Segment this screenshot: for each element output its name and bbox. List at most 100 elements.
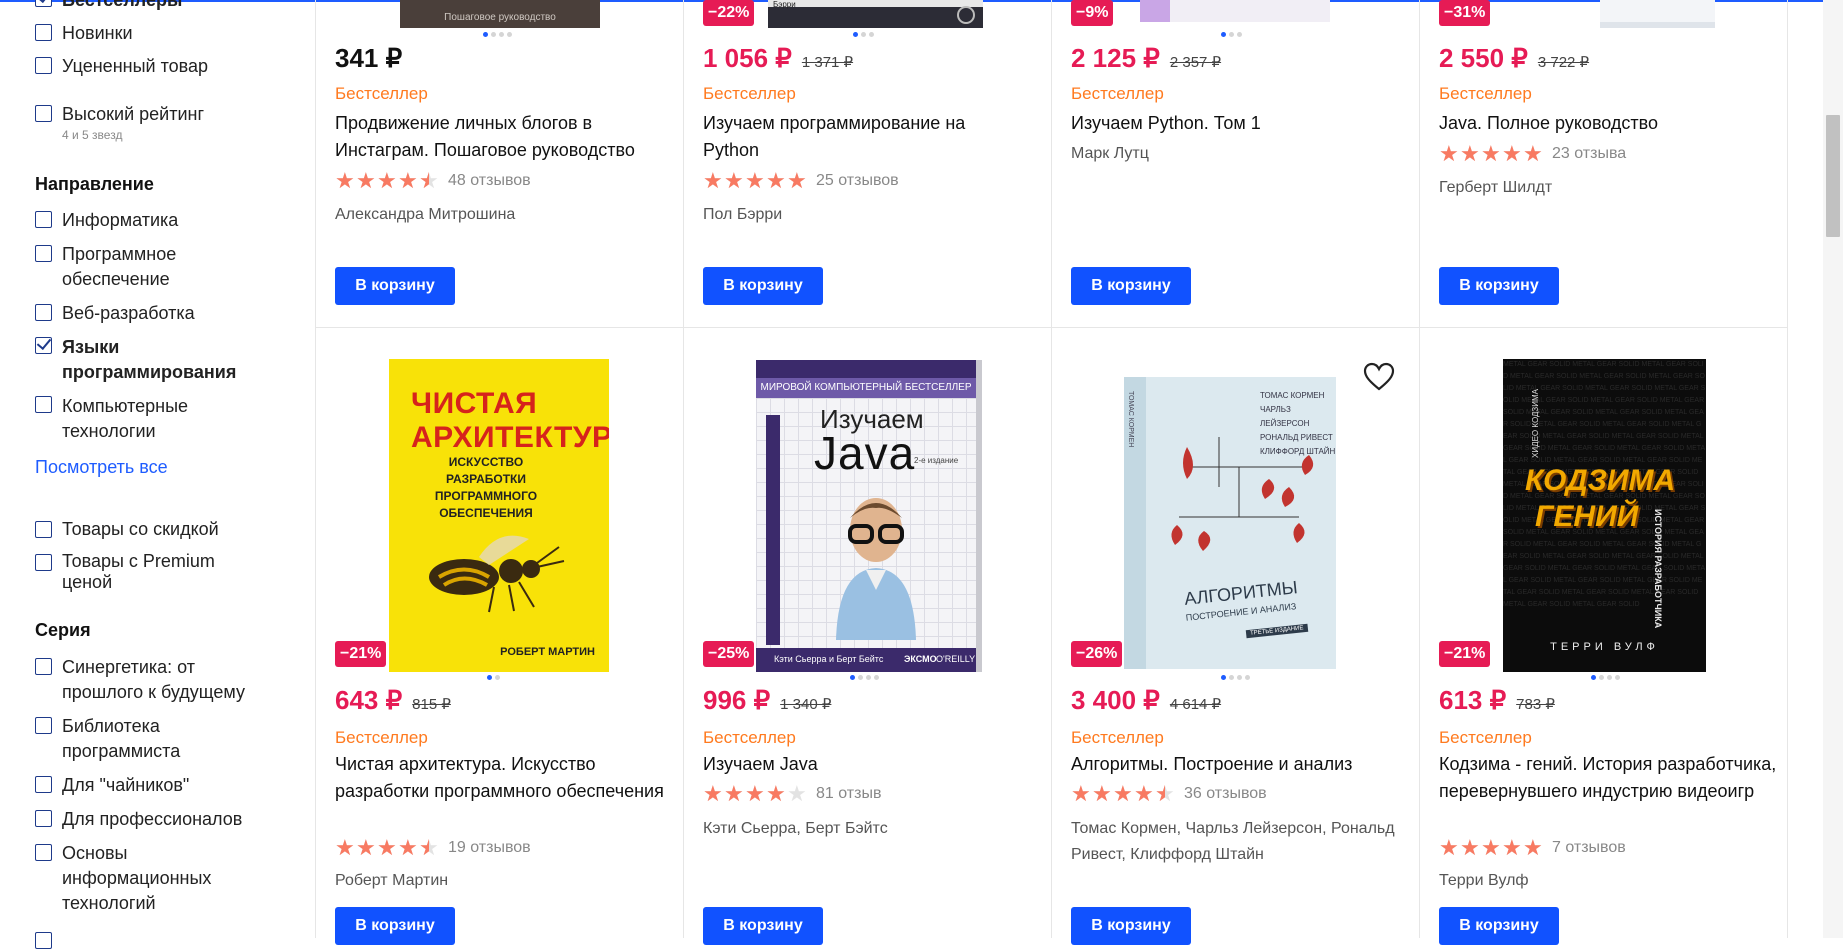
product-title-link[interactable]: Чистая архитектура. Искусство разработки…: [335, 751, 675, 805]
checkbox-it-basics[interactable]: [35, 844, 52, 861]
checkbox-prog-languages[interactable]: [35, 337, 52, 354]
star-icon: [1092, 781, 1112, 807]
star-icon: [1502, 141, 1522, 167]
product-author-link[interactable]: Пол Бэрри: [703, 202, 1043, 228]
product-title-link[interactable]: Кодзима - гений. История разработчика, п…: [1439, 751, 1779, 805]
add-to-cart-button[interactable]: В корзину: [1439, 907, 1559, 945]
product-title-link[interactable]: Java. Полное руководство: [1439, 110, 1779, 137]
product-title-link[interactable]: Изучаем Python. Том 1: [1071, 110, 1411, 137]
book-cover[interactable]: Пошаговое руководство: [400, 0, 600, 28]
star-icon: [1439, 141, 1459, 167]
product-title-link[interactable]: Алгоритмы. Построение и анализ: [1071, 751, 1411, 778]
add-to-cart-button[interactable]: В корзину: [1071, 267, 1191, 305]
book-cover[interactable]: ЧИСТАЯ АРХИТЕКТУРА ИСКУССТВО РАЗРАБОТКИ …: [389, 359, 609, 672]
product-price: 643 ₽ 815 ₽: [335, 685, 451, 716]
rating-stars: [1439, 141, 1544, 167]
discount-badge: −21%: [1439, 641, 1491, 667]
old-price: 1 340 ₽: [780, 696, 832, 713]
checkbox-web-dev[interactable]: [35, 304, 52, 321]
checkbox-informatics[interactable]: [35, 211, 52, 228]
product-title-link[interactable]: Изучаем Java: [703, 751, 1043, 778]
checkbox-new[interactable]: [35, 24, 52, 41]
book-cover[interactable]: [1140, 0, 1330, 22]
product-author-link[interactable]: Александра Митрошина: [335, 202, 675, 228]
image-carousel-dots[interactable]: [1591, 675, 1620, 680]
cover-text: Бэрри: [773, 0, 796, 9]
checkbox-synergetics[interactable]: [35, 658, 52, 675]
product-author-link[interactable]: Кэти Сьерра, Берт Бэйтс: [703, 816, 1043, 842]
checkbox-software[interactable]: [35, 245, 52, 262]
product-author-link[interactable]: Марк Лутц: [1071, 141, 1411, 167]
product-author-link[interactable]: Терри Вулф: [1439, 868, 1779, 894]
reviews-count-link[interactable]: 25 отзывов: [816, 172, 899, 190]
filter-sale-items-label: Товары со скидкой: [62, 519, 219, 539]
star-icon: [1502, 835, 1522, 861]
checkbox-high-rating[interactable]: [35, 105, 52, 122]
image-carousel-dots[interactable]: [1221, 32, 1242, 37]
star-icon: [1071, 781, 1091, 807]
product-author-link[interactable]: Роберт Мартин: [335, 868, 675, 894]
checkbox-discounted[interactable]: [35, 57, 52, 74]
rating-stars: [1071, 781, 1176, 807]
reviews-count-link[interactable]: 19 отзывов: [448, 839, 531, 857]
add-to-cart-button[interactable]: В корзину: [703, 907, 823, 945]
add-to-cart-button[interactable]: В корзину: [1071, 907, 1191, 945]
book-cover[interactable]: [1600, 0, 1715, 28]
checkbox-next[interactable]: [35, 932, 52, 949]
add-to-cart-button[interactable]: В корзину: [335, 267, 455, 305]
star-icon: [787, 168, 807, 194]
checkbox-sale-items[interactable]: [35, 521, 52, 538]
cover-title-main: Java: [814, 427, 916, 479]
star-icon: [745, 781, 765, 807]
add-to-cart-button[interactable]: В корзину: [335, 907, 455, 945]
add-to-cart-button[interactable]: В корзину: [1439, 267, 1559, 305]
reviews-count-link[interactable]: 23 отзыва: [1552, 145, 1626, 163]
star-icon: [1481, 141, 1501, 167]
reviews-count-link[interactable]: 7 отзывов: [1552, 839, 1626, 857]
image-carousel-dots[interactable]: [1221, 675, 1250, 680]
reviews-count-link[interactable]: 48 отзывов: [448, 172, 531, 190]
old-price: 815 ₽: [412, 696, 451, 713]
book-cover[interactable]: ТОМАС КОРМЕН ТОМАС КОРМЕН ЧАРЛЬЗ ЛЕЙЗЕРС…: [1124, 377, 1336, 669]
star-icon: [766, 781, 786, 807]
page-scrollbar-thumb[interactable]: [1826, 115, 1840, 237]
price-value: 643 ₽: [335, 685, 403, 715]
bestseller-tag: Бестселлер: [335, 728, 428, 747]
product-price: 1 056 ₽ 1 371 ₽: [703, 43, 853, 74]
image-carousel-dots[interactable]: [850, 675, 879, 680]
star-icon: [335, 835, 355, 861]
star-icon: [703, 168, 723, 194]
image-carousel-dots[interactable]: [853, 32, 874, 37]
star-icon: [1155, 781, 1175, 807]
checkbox-computer-tech[interactable]: [35, 396, 52, 413]
book-cover[interactable]: МИРОВОЙ КОМПЬЮТЕРНЫЙ БЕСТСЕЛЛЕР Изучаем …: [756, 360, 982, 672]
star-icon: [398, 168, 418, 194]
series-heading: Серия: [35, 620, 91, 640]
star-icon: [377, 835, 397, 861]
checkbox-premium[interactable]: [35, 554, 52, 571]
checkbox-for-professionals[interactable]: [35, 810, 52, 827]
star-icon: [745, 168, 765, 194]
product-title-link[interactable]: Изучаем программирование на Python: [703, 110, 1003, 164]
product-author-link[interactable]: Герберт Шилдт: [1439, 175, 1779, 201]
direction-see-all-link[interactable]: Посмотреть все: [35, 457, 168, 478]
product-author-link[interactable]: Томас Кормен, Чарльз Лейзерсон, Рональд …: [1071, 816, 1411, 868]
image-carousel-dots[interactable]: [487, 675, 500, 680]
star-icon: [1523, 141, 1543, 167]
checkbox-bestsellers[interactable]: [35, 0, 52, 7]
cover-subtitle: ИСТОРИЯ РАЗРАБОТЧИКА: [1653, 509, 1663, 629]
star-icon: [356, 168, 376, 194]
checkbox-programmer-library[interactable]: [35, 717, 52, 734]
reviews-count-link[interactable]: 81 отзыв: [816, 785, 881, 803]
product-title-link[interactable]: Продвижение личных блогов в Инстаграм. П…: [335, 110, 675, 164]
book-cover[interactable]: Бэрри: [768, 0, 983, 28]
add-to-cart-button[interactable]: В корзину: [703, 267, 823, 305]
filter-prog-languages-label: Языки программирования: [62, 337, 237, 382]
book-cover[interactable]: METAL GEAR SOLID METAL GEAR SOLID METAL …: [1503, 359, 1706, 672]
bestseller-tag: Бестселлер: [335, 84, 428, 103]
star-icon: [1481, 835, 1501, 861]
add-to-favorites-heart-icon[interactable]: [1362, 361, 1396, 393]
reviews-count-link[interactable]: 36 отзывов: [1184, 785, 1267, 803]
image-carousel-dots[interactable]: [483, 32, 512, 37]
checkbox-for-dummies[interactable]: [35, 776, 52, 793]
